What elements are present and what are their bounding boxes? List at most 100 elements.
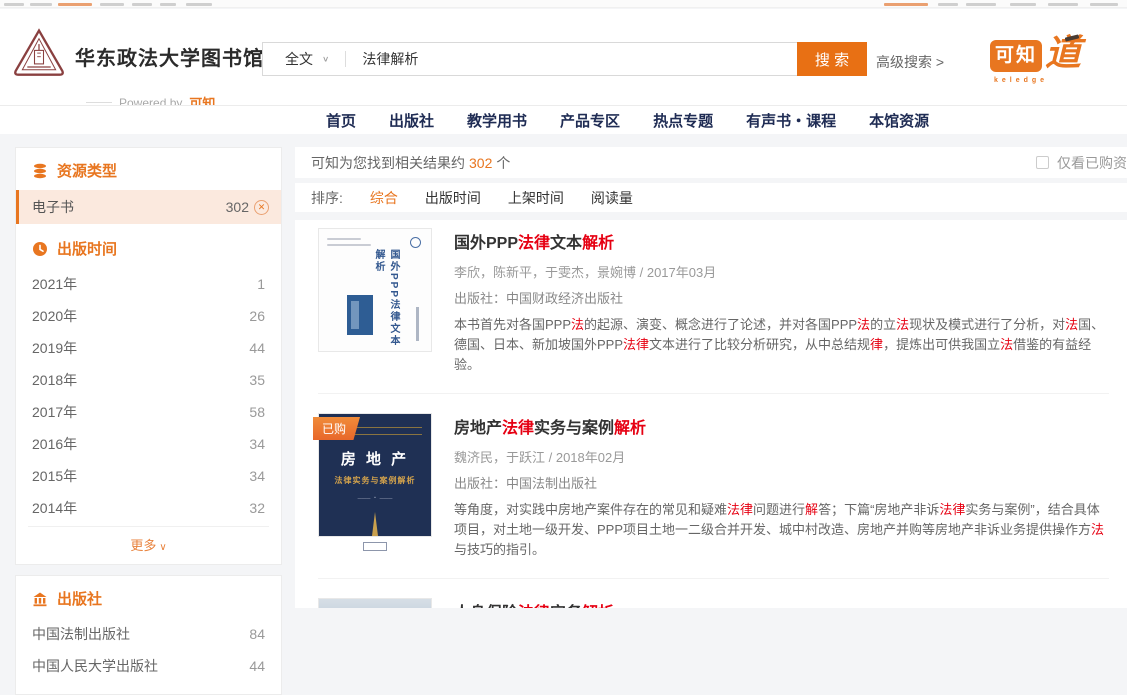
cover-title: 房 地 产 (319, 448, 431, 469)
sort-label: 排序: (311, 188, 343, 208)
year-filter-2017[interactable]: 2017年 58 (16, 396, 281, 428)
year-count: 26 (249, 308, 265, 324)
search-scope-select[interactable]: 全文 (285, 49, 313, 69)
sort-option-shelf-time[interactable]: 上架时间 (508, 188, 564, 208)
results-area: 可知为您找到相关结果约302个 仅看已购资源 排序: 综合 出版时间 上架时间 … (295, 147, 1127, 608)
clipped-text (1048, 3, 1078, 6)
filter-card-publishers: 出版社 中国法制出版社 84 中国人民大学出版社 44 (15, 575, 282, 695)
main-nav: 首页 出版社 教学用书 产品专区 热点专题 有声书・课程 本馆资源 (0, 105, 1127, 134)
result-item: THE INSURANCE LAW & PRACTICE 人身保险法律 实务解析… (318, 598, 1109, 608)
only-purchased-checkbox[interactable] (1036, 156, 1049, 169)
search-input[interactable] (360, 50, 797, 68)
book-cover[interactable]: 国外PPP法律文本解析 (318, 228, 432, 352)
year-label: 2018年 (32, 370, 77, 390)
year-count: 35 (249, 372, 265, 388)
filter-ebook-count: 302 ✕ (226, 199, 269, 215)
cover-emblem-icon (410, 237, 421, 248)
divider (345, 51, 346, 67)
cover-illustration (370, 512, 380, 536)
nav-item-hot-topics[interactable]: 热点专题 (653, 110, 713, 131)
book-cover[interactable]: THE INSURANCE LAW & PRACTICE 人身保险法律 实务解析 (318, 598, 432, 608)
book-authors-date: 魏济民，于跃江 / 2018年02月 (454, 447, 1109, 466)
clipped-text (884, 3, 928, 6)
publisher-label: 中国人民大学出版社 (32, 656, 158, 676)
year-filter-2021[interactable]: 2021年 1 (16, 268, 281, 300)
nav-item-publishers[interactable]: 出版社 (389, 110, 434, 131)
publisher-filter-item[interactable]: 中国法制出版社 84 (16, 618, 281, 650)
publisher-count: 44 (249, 658, 265, 674)
clipped-text (938, 3, 958, 6)
year-filter-2014[interactable]: 2014年 32 (16, 492, 281, 524)
keledge-logo-glyph: 道 (1045, 35, 1081, 71)
library-logo[interactable]: 华东政法大学图书馆 (12, 27, 264, 86)
remove-filter-icon[interactable]: ✕ (254, 200, 269, 215)
publisher-filter-item[interactable]: 中国人民大学出版社 44 (16, 650, 281, 682)
more-years-link[interactable]: 更多∨ (28, 526, 269, 564)
clipped-text (58, 3, 92, 6)
publish-time-heading: 出版时间 (16, 224, 281, 268)
book-cover[interactable]: 已购 房 地 产 法律实务与案例解析 ─── ・ ─── (318, 413, 432, 537)
year-count: 1 (257, 276, 265, 292)
divider (86, 102, 112, 103)
publisher-count: 84 (249, 626, 265, 642)
result-summary-suffix: 个 (496, 155, 510, 171)
publisher-building-icon (32, 591, 48, 607)
clipped-text (30, 3, 52, 6)
advanced-search-link[interactable]: 高级搜索 > (876, 52, 944, 72)
database-icon (32, 163, 48, 179)
chevron-down-icon: ∨ (159, 542, 166, 553)
book-title-link[interactable]: 房地产法律实务与案例解析 (454, 414, 1109, 438)
sort-option-comprehensive[interactable]: 综合 (370, 188, 398, 208)
search-box: 全文 ∨ (262, 42, 798, 76)
result-item: 国外PPP法律文本解析 国外PPP法律文本解析 李欣，陈新平，于雯杰，景婉博 /… (318, 228, 1109, 375)
year-count: 58 (249, 404, 265, 420)
publisher-title: 出版社 (57, 588, 102, 609)
book-title-link[interactable]: 国外PPP法律文本解析 (454, 229, 1109, 253)
book-publisher: 出版社：中国财政经济出版社 (454, 288, 1109, 307)
only-purchased-toggle[interactable]: 仅看已购资源 (1036, 153, 1127, 173)
year-label: 2015年 (32, 466, 77, 486)
nav-item-library-resources[interactable]: 本馆资源 (869, 110, 929, 131)
clock-icon (32, 241, 48, 257)
year-count: 34 (249, 436, 265, 452)
book-description: 等角度，对实践中房地产案件存在的常见和疑难法律问题进行解答；下篇“房地产非诉法律… (454, 500, 1109, 560)
book-publisher: 出版社：中国法制出版社 (454, 473, 1109, 492)
divider (318, 578, 1109, 579)
sort-option-reads[interactable]: 阅读量 (591, 188, 633, 208)
cover-publisher-mark (363, 542, 387, 551)
year-label: 2021年 (32, 274, 77, 294)
top-utility-bar (0, 0, 1127, 8)
nav-item-product-zone[interactable]: 产品专区 (560, 110, 620, 131)
book-authors-date: 李欣，陈新平，于雯杰，景婉博 / 2017年03月 (454, 262, 1109, 281)
nav-item-home[interactable]: 首页 (326, 110, 356, 131)
book-title-link[interactable]: 人身保险法律实务解析 (454, 599, 1109, 608)
search-button[interactable]: 搜 索 (797, 42, 867, 76)
resource-type-heading: 资源类型 (16, 148, 281, 190)
year-filter-2018[interactable]: 2018年 35 (16, 364, 281, 396)
header: 华东政法大学图书馆 Powered by 可知 全文 ∨ 搜 索 高级搜索 > … (0, 9, 1127, 105)
result-details: 房地产法律实务与案例解析 魏济民，于跃江 / 2018年02月 出版社：中国法制… (454, 413, 1109, 560)
university-emblem-icon (12, 27, 66, 86)
purchased-badge: 已购 (313, 417, 360, 440)
year-filter-2016[interactable]: 2016年 34 (16, 428, 281, 460)
clipped-text (160, 3, 176, 6)
nav-item-textbooks[interactable]: 教学用书 (467, 110, 527, 131)
sort-option-publish-time[interactable]: 出版时间 (425, 188, 481, 208)
year-filter-2015[interactable]: 2015年 34 (16, 460, 281, 492)
clipped-text (4, 3, 24, 6)
nav-item-audiobooks-courses[interactable]: 有声书・课程 (746, 110, 836, 131)
only-purchased-label: 仅看已购资源 (1057, 153, 1127, 173)
result-item: 已购 房 地 产 法律实务与案例解析 ─── ・ ─── 房地产法律实务与案例解… (318, 413, 1109, 560)
year-count: 32 (249, 500, 265, 516)
keledge-logo[interactable]: 可知 道 keledge (990, 40, 1081, 84)
year-count: 34 (249, 468, 265, 484)
result-count: 302 (469, 155, 492, 171)
year-filter-2019[interactable]: 2019年 44 (16, 332, 281, 364)
year-label: 2020年 (32, 306, 77, 326)
year-label: 2017年 (32, 402, 77, 422)
filter-ebook-selected[interactable]: 电子书 302 ✕ (16, 190, 281, 224)
year-count: 44 (249, 340, 265, 356)
chevron-down-icon: ∨ (322, 55, 329, 64)
clipped-text (132, 3, 152, 6)
year-filter-2020[interactable]: 2020年 26 (16, 300, 281, 332)
